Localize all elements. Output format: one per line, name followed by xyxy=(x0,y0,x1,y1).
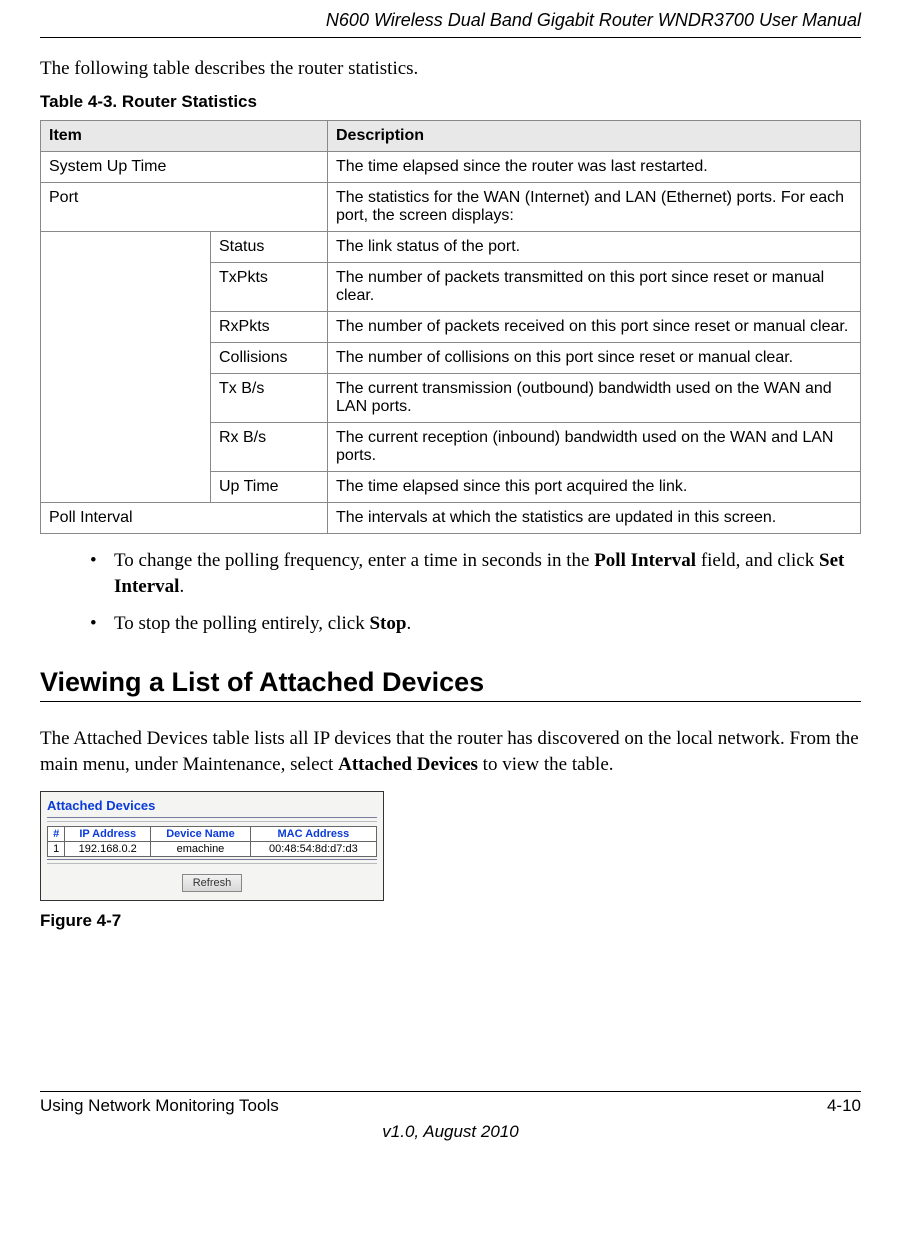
col-num: # xyxy=(48,827,65,842)
cell-desc: The intervals at which the statistics ar… xyxy=(328,503,861,534)
cell-desc: The link status of the port. xyxy=(328,232,861,263)
list-item: To stop the polling entirely, click Stop… xyxy=(90,611,861,637)
footer-page-number: 4-10 xyxy=(827,1096,861,1116)
manual-title: N600 Wireless Dual Band Gigabit Router W… xyxy=(40,0,861,38)
divider xyxy=(47,859,377,864)
cell-desc: The number of packets received on this p… xyxy=(328,312,861,343)
cell-desc: The time elapsed since this port acquire… xyxy=(328,472,861,503)
header-description: Description xyxy=(328,121,861,152)
table-header-row: # IP Address Device Name MAC Address xyxy=(48,827,377,842)
table-row: System Up Time The time elapsed since th… xyxy=(41,152,861,183)
footer-version: v1.0, August 2010 xyxy=(40,1122,861,1142)
cell-item: Poll Interval xyxy=(41,503,328,534)
table-header-row: Item Description xyxy=(41,121,861,152)
figure-title: Attached Devices xyxy=(47,798,377,813)
attached-devices-table: # IP Address Device Name MAC Address 1 1… xyxy=(47,826,377,857)
cell-num: 1 xyxy=(48,842,65,857)
col-mac: MAC Address xyxy=(250,827,376,842)
cell-item: Tx B/s xyxy=(211,374,328,423)
section-heading: Viewing a List of Attached Devices xyxy=(40,667,861,702)
cell-desc: The current reception (inbound) bandwidt… xyxy=(328,423,861,472)
col-ip: IP Address xyxy=(65,827,151,842)
cell-desc: The statistics for the WAN (Internet) an… xyxy=(328,183,861,232)
bullet-list: To change the polling frequency, enter a… xyxy=(50,548,861,637)
cell-desc: The time elapsed since the router was la… xyxy=(328,152,861,183)
table-row: Status The link status of the port. xyxy=(41,232,861,263)
cell-item: Port xyxy=(41,183,328,232)
table-caption: Table 4-3. Router Statistics xyxy=(40,92,861,112)
divider xyxy=(47,817,377,822)
intro-paragraph: The following table describes the router… xyxy=(40,58,861,80)
cell-item: RxPkts xyxy=(211,312,328,343)
cell-desc: The number of collisions on this port si… xyxy=(328,343,861,374)
footer-left: Using Network Monitoring Tools xyxy=(40,1096,279,1116)
cell-device: emachine xyxy=(151,842,251,857)
cell-item: Up Time xyxy=(211,472,328,503)
table-row: Poll Interval The intervals at which the… xyxy=(41,503,861,534)
refresh-button[interactable]: Refresh xyxy=(182,874,243,892)
router-statistics-table: Item Description System Up Time The time… xyxy=(40,120,861,534)
col-device: Device Name xyxy=(151,827,251,842)
list-item: To change the polling frequency, enter a… xyxy=(90,548,861,599)
cell-item: Collisions xyxy=(211,343,328,374)
cell-desc: The number of packets transmitted on thi… xyxy=(328,263,861,312)
cell-ip: 192.168.0.2 xyxy=(65,842,151,857)
attached-devices-figure: Attached Devices # IP Address Device Nam… xyxy=(40,791,384,901)
cell-item: Status xyxy=(211,232,328,263)
cell-item: TxPkts xyxy=(211,263,328,312)
cell-mac: 00:48:54:8d:d7:d3 xyxy=(250,842,376,857)
cell-item: System Up Time xyxy=(41,152,328,183)
header-item: Item xyxy=(41,121,328,152)
cell-desc: The current transmission (outbound) band… xyxy=(328,374,861,423)
section-paragraph: The Attached Devices table lists all IP … xyxy=(40,726,861,777)
table-row: 1 192.168.0.2 emachine 00:48:54:8d:d7:d3 xyxy=(48,842,377,857)
page-footer: Using Network Monitoring Tools 4-10 xyxy=(40,1091,861,1116)
table-row: Port The statistics for the WAN (Interne… xyxy=(41,183,861,232)
figure-label: Figure 4-7 xyxy=(40,911,861,931)
cell-item: Rx B/s xyxy=(211,423,328,472)
